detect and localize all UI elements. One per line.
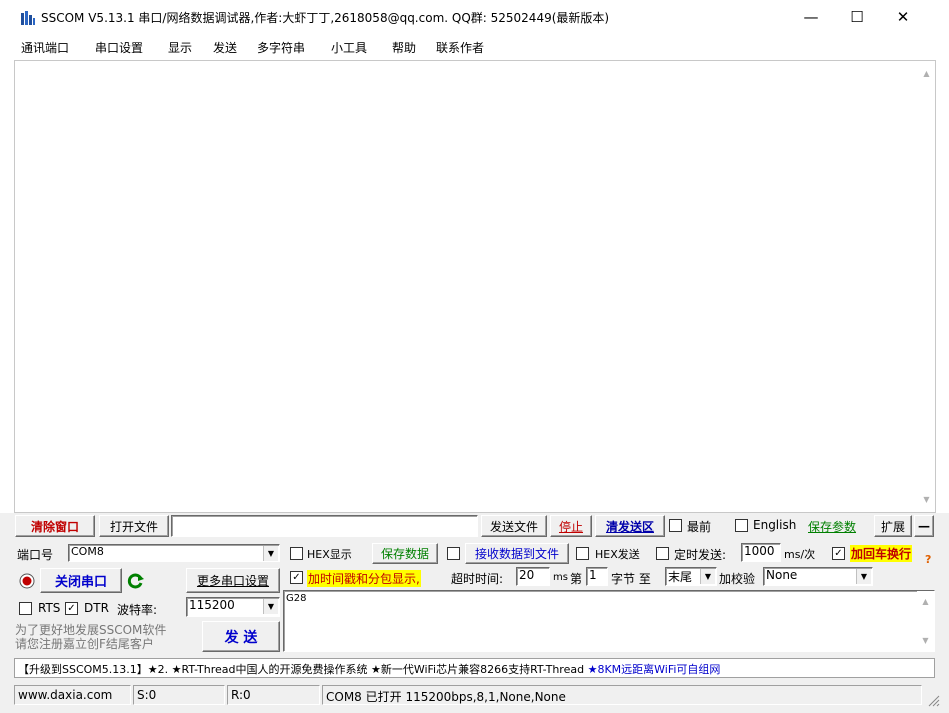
sent-count: S:0: [133, 685, 225, 705]
add-newline-label: 加回车换行: [850, 545, 913, 562]
timestamp-label: 加时间戳和分包显示,: [307, 570, 421, 587]
menu-serial-settings[interactable]: 串口设置: [95, 39, 143, 56]
recv-to-file-button[interactable]: 接收数据到文件: [465, 543, 569, 564]
send-button[interactable]: 发 送: [202, 621, 280, 652]
help-question-icon[interactable]: ?: [925, 553, 931, 566]
chevron-down-icon[interactable]: ▼: [263, 599, 278, 614]
menu-multi-string[interactable]: 多字符串: [257, 39, 305, 56]
maximize-button[interactable]: ☐: [834, 0, 880, 34]
app-icon: [21, 11, 35, 25]
status-bar: www.daxia.com S:0 R:0 COM8 已打开 115200bps…: [0, 681, 949, 713]
end-select-value: 末尾: [668, 570, 693, 584]
close-port-button[interactable]: 关闭串口: [40, 568, 122, 593]
scroll-up-icon[interactable]: ▲: [917, 593, 934, 610]
open-file-button[interactable]: 打开文件: [99, 515, 169, 537]
receive-scrollbar[interactable]: ▲ ▼: [918, 61, 935, 512]
hex-send-label: HEX发送: [595, 548, 640, 561]
more-serial-settings-button[interactable]: 更多串口设置: [186, 568, 280, 593]
menu-tools[interactable]: 小工具: [331, 39, 367, 56]
scroll-down-icon[interactable]: ▼: [917, 632, 934, 649]
dtr-label: DTR: [84, 601, 109, 615]
nth-label: 第: [570, 572, 583, 586]
stop-button[interactable]: 停止: [550, 515, 592, 537]
port-status-led-icon: [19, 573, 35, 589]
recv-to-file-checkbox[interactable]: [447, 547, 460, 560]
rts-label: RTS: [38, 601, 61, 615]
received-count: R:0: [227, 685, 320, 705]
scroll-up-icon[interactable]: ▲: [918, 65, 935, 82]
title-bar: SSCOM V5.13.1 串口/网络数据调试器,作者:大虾丁丁,2618058…: [0, 0, 949, 34]
hex-display-label: HEX显示: [307, 548, 352, 561]
rts-checkbox[interactable]: [19, 602, 32, 615]
hex-display-checkbox[interactable]: [290, 547, 303, 560]
dtr-checkbox[interactable]: ✓: [65, 602, 78, 615]
topmost-label: 最前: [687, 520, 712, 534]
send-text: G28: [286, 593, 307, 604]
news-ticker[interactable]: 【升级到SSCOM5.13.1】★2. ★RT-Thread中国人的开源免费操作…: [14, 658, 935, 678]
send-scrollbar[interactable]: ▲ ▼: [917, 591, 934, 649]
window-title: SSCOM V5.13.1 串口/网络数据调试器,作者:大虾丁丁,2618058…: [41, 11, 610, 25]
byte-to-label: 字节 至: [611, 572, 651, 586]
timed-send-label: 定时发送:: [674, 548, 727, 562]
refresh-icon[interactable]: [126, 571, 146, 591]
resize-grip-icon[interactable]: [926, 693, 940, 707]
ticker-text: 【升级到SSCOM5.13.1】★2. ★RT-Thread中国人的开源免费操作…: [18, 663, 585, 676]
timed-send-checkbox[interactable]: [656, 547, 669, 560]
timeout-label: 超时时间:: [451, 572, 504, 586]
send-text-area[interactable]: G28 ▲ ▼: [283, 590, 935, 652]
interval-unit: ms/次: [784, 548, 816, 561]
menu-help[interactable]: 帮助: [392, 39, 416, 56]
port-value: COM8: [71, 545, 104, 558]
baud-rate-value: 115200: [189, 598, 235, 612]
minimize-button[interactable]: —: [788, 0, 834, 34]
close-button[interactable]: ✕: [880, 0, 926, 34]
timestamp-checkbox[interactable]: ✓: [290, 571, 303, 584]
send-file-button[interactable]: 发送文件: [481, 515, 547, 537]
interval-input[interactable]: 1000: [741, 543, 781, 562]
receive-area[interactable]: ▲ ▼: [14, 60, 936, 513]
timeout-input[interactable]: 20: [516, 567, 550, 586]
english-checkbox[interactable]: [735, 519, 748, 532]
website-link[interactable]: www.daxia.com: [14, 685, 131, 705]
hex-send-checkbox[interactable]: [576, 547, 589, 560]
byte-start-input[interactable]: 1: [586, 567, 608, 586]
checksum-label: 加校验: [719, 572, 756, 586]
add-newline-checkbox[interactable]: ✓: [832, 547, 845, 560]
menu-display[interactable]: 显示: [168, 39, 192, 56]
baud-label: 波特率:: [117, 603, 158, 617]
checksum-select[interactable]: None ▼: [763, 567, 873, 586]
port-label: 端口号: [17, 548, 54, 562]
promo-line-2: 请您注册嘉立创F结尾客户: [15, 637, 154, 651]
topmost-checkbox[interactable]: [669, 519, 682, 532]
chevron-down-icon[interactable]: ▼: [263, 546, 278, 561]
clear-send-button[interactable]: 清发送区: [595, 515, 665, 537]
expand-button[interactable]: 扩展: [874, 515, 912, 537]
end-select[interactable]: 末尾 ▼: [665, 567, 717, 586]
chevron-down-icon[interactable]: ▼: [700, 569, 715, 584]
english-label: English: [753, 518, 797, 532]
menu-bar: 通讯端口 串口设置 显示 发送 多字符串 小工具 帮助 联系作者: [0, 34, 949, 60]
save-params-link[interactable]: 保存参数: [808, 518, 856, 535]
port-select[interactable]: COM8 ▼: [68, 544, 280, 562]
menu-comm-port[interactable]: 通讯端口: [21, 39, 69, 56]
menu-contact-author[interactable]: 联系作者: [436, 39, 484, 56]
ticker-text-highlight: ★8KM远距离WiFi可自组网: [587, 663, 721, 676]
save-data-button[interactable]: 保存数据: [372, 543, 438, 564]
collapse-button[interactable]: —: [914, 515, 934, 537]
checksum-value: None: [766, 568, 798, 582]
clear-window-button[interactable]: 清除窗口: [15, 515, 95, 537]
port-status-text: COM8 已打开 115200bps,8,1,None,None: [322, 685, 922, 705]
menu-send[interactable]: 发送: [213, 39, 237, 56]
chevron-down-icon[interactable]: ▼: [856, 569, 871, 584]
scroll-down-icon[interactable]: ▼: [918, 491, 935, 508]
file-path-input[interactable]: [171, 515, 478, 537]
baud-rate-select[interactable]: 115200 ▼: [186, 597, 280, 617]
timeout-unit: ms: [553, 572, 568, 583]
